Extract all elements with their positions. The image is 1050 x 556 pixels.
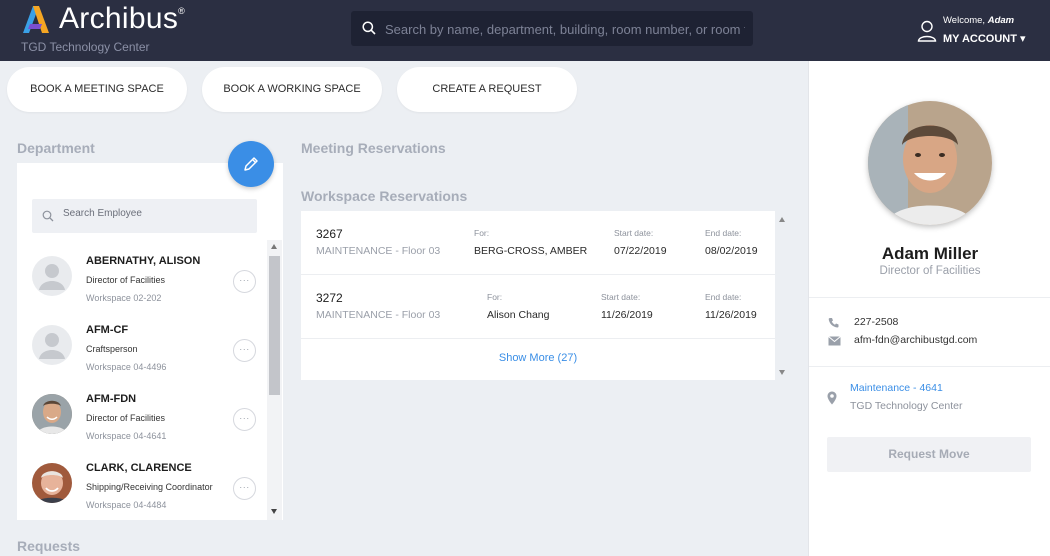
global-search-input[interactable] <box>385 19 745 39</box>
meeting-reservations-heading: Meeting Reservations <box>301 140 446 156</box>
book-working-space-button[interactable]: BOOK A WORKING SPACE <box>202 67 382 112</box>
reservation-end-date: 11/26/2019 <box>705 309 757 321</box>
pencil-icon <box>244 157 258 171</box>
profile-panel: Adam Miller Director of Facilities 227-2… <box>808 61 1050 556</box>
department-panel: ABERNATHY, ALISON Director of Facilities… <box>17 163 283 520</box>
global-search[interactable] <box>351 11 753 46</box>
employee-location: Workspace 04-4641 <box>86 431 167 441</box>
reservation-end-date: 08/02/2019 <box>705 245 758 257</box>
create-request-button[interactable]: CREATE A REQUEST <box>397 67 577 112</box>
archibus-logo-icon[interactable] <box>21 4 51 34</box>
employee-title: Shipping/Receiving Coordinator <box>86 482 213 492</box>
scroll-up-icon[interactable] <box>779 217 785 222</box>
search-icon <box>362 21 376 35</box>
chevron-down-icon: ▾ <box>1020 33 1026 45</box>
for-label: For: <box>487 292 503 302</box>
app-name[interactable]: Archibus® <box>59 2 185 36</box>
end-date-label: End date: <box>705 292 742 302</box>
scroll-down-icon[interactable] <box>271 509 277 514</box>
search-icon <box>42 210 54 222</box>
more-options-icon[interactable]: ··· <box>233 270 256 293</box>
profile-location-site: TGD Technology Center <box>850 400 963 412</box>
more-options-icon[interactable]: ··· <box>233 408 256 431</box>
profile-location-link[interactable]: Maintenance - 4641 <box>850 382 943 394</box>
divider <box>809 297 1050 298</box>
scroll-up-icon[interactable] <box>271 244 277 249</box>
end-date-label: End date: <box>705 228 742 238</box>
requests-heading: Requests <box>17 538 81 554</box>
avatar-photo <box>32 394 72 434</box>
employee-location: Workspace 02-202 <box>86 293 162 303</box>
reservation-for: BERG-CROSS, AMBER <box>474 245 588 257</box>
employee-name: AFM-FDN <box>86 393 137 405</box>
employee-search[interactable] <box>32 199 257 233</box>
employee-list-item[interactable]: AFM-FDN Director of Facilities Workspace… <box>17 389 265 458</box>
profile-title: Director of Facilities <box>879 265 981 277</box>
workspace-reservations-panel: 3267 MAINTENANCE - Floor 03 For: BERG-CR… <box>301 211 775 380</box>
employee-title: Director of Facilities <box>86 413 166 423</box>
reservation-id: 3267 <box>316 227 343 241</box>
avatar-photo <box>32 463 72 503</box>
employee-title: Craftsperson <box>86 344 138 354</box>
reservation-location: MAINTENANCE - Floor 03 <box>316 309 441 321</box>
employee-title: Director of Facilities <box>86 275 166 285</box>
profile-email[interactable]: afm-fdn@archibustgd.com <box>854 334 977 346</box>
more-options-icon[interactable]: ··· <box>233 339 256 362</box>
show-more-link[interactable]: Show More (27) <box>301 352 775 364</box>
request-move-button[interactable]: Request Move <box>827 437 1031 472</box>
reservation-location: MAINTENANCE - Floor 03 <box>316 245 441 257</box>
reservation-start-date: 07/22/2019 <box>614 245 667 257</box>
site-subtitle: TGD Technology Center <box>21 40 150 54</box>
employee-location: Workspace 04-4484 <box>86 500 167 510</box>
department-heading: Department <box>17 140 95 156</box>
employee-search-input[interactable] <box>63 208 248 219</box>
employee-list-scroll-thumb[interactable] <box>269 256 280 395</box>
divider <box>809 366 1050 367</box>
reservation-row[interactable]: 3267 MAINTENANCE - Floor 03 For: BERG-CR… <box>301 211 775 275</box>
start-date-label: Start date: <box>614 228 654 238</box>
profile-photo <box>868 101 992 225</box>
reservation-start-date: 11/26/2019 <box>601 309 653 321</box>
reservation-for: Alison Chang <box>487 309 550 321</box>
scroll-down-icon[interactable] <box>779 370 785 375</box>
book-meeting-space-button[interactable]: BOOK A MEETING SPACE <box>7 67 187 112</box>
employee-list-item[interactable]: CLARK, CLARENCE Shipping/Receiving Coord… <box>17 458 265 520</box>
my-account-menu[interactable]: MY ACCOUNT ▾ <box>943 32 1026 45</box>
profile-name: Adam Miller <box>881 244 979 263</box>
reservation-row[interactable]: 3272 MAINTENANCE - Floor 03 For: Alison … <box>301 275 775 339</box>
phone-icon <box>828 318 839 328</box>
avatar-placeholder <box>32 325 72 365</box>
more-options-icon[interactable]: ··· <box>233 477 256 500</box>
email-icon <box>828 336 841 346</box>
employee-list-item[interactable]: AFM-CF Craftsperson Workspace 04-4496 ··… <box>17 320 265 389</box>
for-label: For: <box>474 228 490 238</box>
map-pin-icon <box>827 391 837 405</box>
employee-name: CLARK, CLARENCE <box>86 462 192 474</box>
top-header: Archibus® TGD Technology Center Welcome,… <box>0 0 1050 61</box>
avatar-placeholder <box>32 256 72 296</box>
welcome-text: Welcome, Adam <box>943 15 1015 26</box>
start-date-label: Start date: <box>601 292 641 302</box>
employee-name: ABERNATHY, ALISON <box>86 255 201 267</box>
employee-name: AFM-CF <box>86 324 129 336</box>
workspace-reservations-heading: Workspace Reservations <box>301 188 468 204</box>
profile-phone[interactable]: 227-2508 <box>854 316 898 328</box>
employee-list-item[interactable]: ABERNATHY, ALISON Director of Facilities… <box>17 251 265 320</box>
edit-department-button[interactable] <box>228 141 274 187</box>
employee-location: Workspace 04-4496 <box>86 362 167 372</box>
user-icon[interactable] <box>917 20 937 42</box>
reservation-id: 3272 <box>316 291 343 305</box>
